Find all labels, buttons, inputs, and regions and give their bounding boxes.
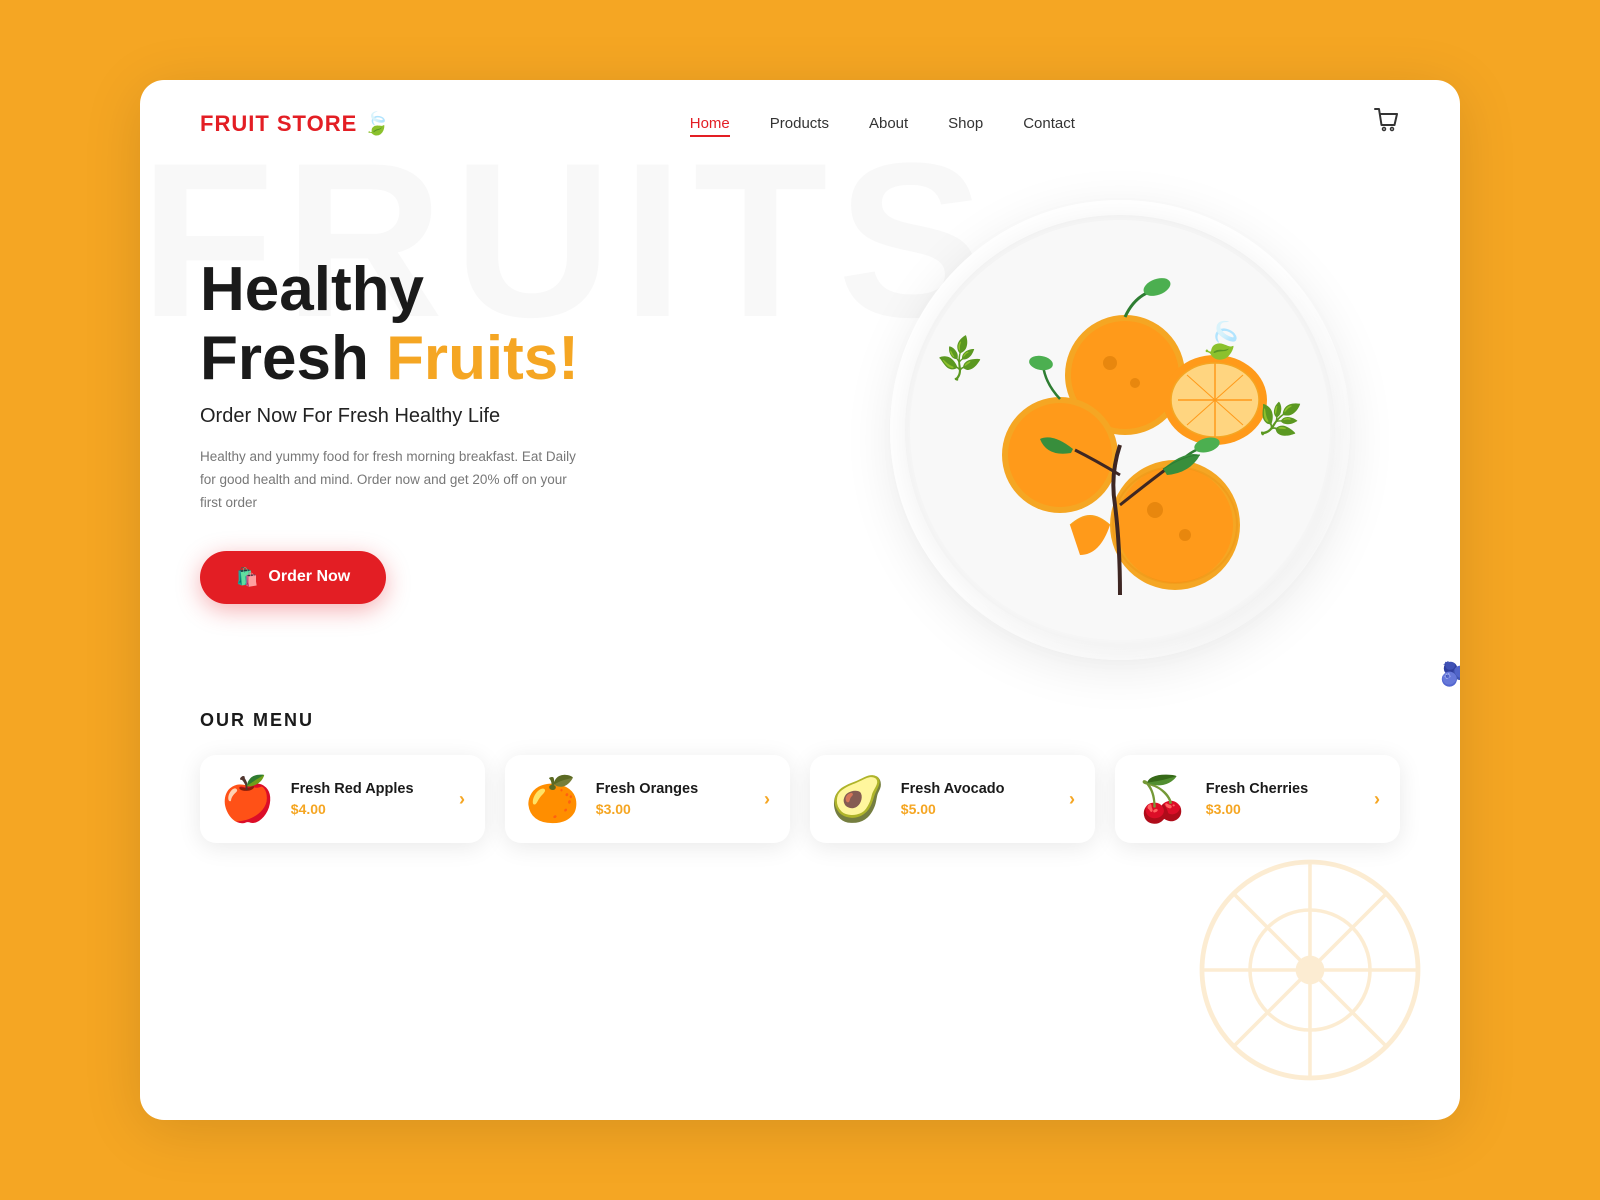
hero-image-area: 🌿 🍃 🍃 🌿 🫐 🫐 — [840, 180, 1400, 680]
orange-info: Fresh Oranges $3.00 — [596, 781, 748, 817]
menu-title: OUR MENU — [200, 710, 1400, 731]
order-now-button[interactable]: 🛍️ Order Now — [200, 551, 386, 604]
apple-arrow-icon[interactable]: › — [459, 789, 465, 810]
orange-name: Fresh Oranges — [596, 781, 748, 797]
avocado-arrow-icon[interactable]: › — [1069, 789, 1075, 810]
nav-item-home[interactable]: Home — [690, 115, 730, 133]
avocado-icon: 🥑 — [830, 773, 885, 825]
hero-title: Healthy Fresh Fruits! — [200, 256, 580, 392]
nav-item-shop[interactable]: Shop — [948, 115, 983, 133]
nav-link-products[interactable]: Products — [770, 115, 829, 132]
hero-title-highlight: Fruits! — [386, 324, 579, 393]
orange-arrow-icon[interactable]: › — [764, 789, 770, 810]
avocado-info: Fresh Avocado $5.00 — [901, 781, 1053, 817]
logo-text: FRUIT STORE — [200, 111, 357, 137]
nav-link-about[interactable]: About — [869, 115, 908, 132]
cherry-arrow-icon[interactable]: › — [1374, 789, 1380, 810]
menu-section: OUR MENU 🍎 Fresh Red Apples $4.00 › 🍊 Fr… — [140, 680, 1460, 883]
cherry-price: $3.00 — [1206, 801, 1358, 817]
leaf-decoration-4: 🌿 — [1255, 397, 1304, 444]
logo[interactable]: FRUIT STORE 🍃 — [200, 111, 391, 137]
main-card: FRUITS FRUIT STORE 🍃 Home Products About — [140, 80, 1460, 1120]
nav-link-contact[interactable]: Contact — [1023, 115, 1075, 132]
apple-icon: 🍎 — [220, 773, 275, 825]
hero-content: Healthy Fresh Fruits! Order Now For Fres… — [200, 256, 580, 603]
menu-grid: 🍎 Fresh Red Apples $4.00 › 🍊 Fresh Orang… — [200, 755, 1400, 843]
order-btn-label: Order Now — [268, 568, 350, 586]
avocado-price: $5.00 — [901, 801, 1053, 817]
bag-icon: 🛍️ — [236, 567, 258, 588]
apple-name: Fresh Red Apples — [291, 781, 443, 797]
nav-item-about[interactable]: About — [869, 115, 908, 133]
nav-links: Home Products About Shop Contact — [690, 115, 1075, 133]
cherry-name: Fresh Cherries — [1206, 781, 1358, 797]
orange-watermark-svg — [1190, 850, 1430, 1090]
hero-subtitle: Order Now For Fresh Healthy Life — [200, 405, 580, 428]
navbar: FRUIT STORE 🍃 Home Products About Shop C… — [140, 80, 1460, 140]
orange-price: $3.00 — [596, 801, 748, 817]
cherry-info: Fresh Cherries $3.00 — [1206, 781, 1358, 817]
menu-card-cherries[interactable]: 🍒 Fresh Cherries $3.00 › — [1115, 755, 1400, 843]
hero-description: Healthy and yummy food for fresh morning… — [200, 446, 580, 515]
apple-price: $4.00 — [291, 801, 443, 817]
orange-icon: 🍊 — [525, 773, 580, 825]
logo-leaf-icon: 🍃 — [363, 111, 390, 137]
cherry-icon: 🍒 — [1135, 773, 1190, 825]
nav-link-home[interactable]: Home — [690, 115, 730, 137]
nav-link-shop[interactable]: Shop — [948, 115, 983, 132]
menu-card-avocado[interactable]: 🥑 Fresh Avocado $5.00 › — [810, 755, 1095, 843]
nav-item-products[interactable]: Products — [770, 115, 829, 133]
hero-title-line2-normal: Fresh — [200, 324, 386, 393]
cart-icon[interactable] — [1374, 108, 1400, 140]
menu-card-apples[interactable]: 🍎 Fresh Red Apples $4.00 › — [200, 755, 485, 843]
nav-item-contact[interactable]: Contact — [1023, 115, 1075, 133]
avocado-name: Fresh Avocado — [901, 781, 1053, 797]
hero-section: Healthy Fresh Fruits! Order Now For Fres… — [140, 140, 1460, 680]
apple-info: Fresh Red Apples $4.00 — [291, 781, 443, 817]
menu-card-oranges[interactable]: 🍊 Fresh Oranges $3.00 › — [505, 755, 790, 843]
hero-title-line1: Healthy — [200, 255, 424, 324]
